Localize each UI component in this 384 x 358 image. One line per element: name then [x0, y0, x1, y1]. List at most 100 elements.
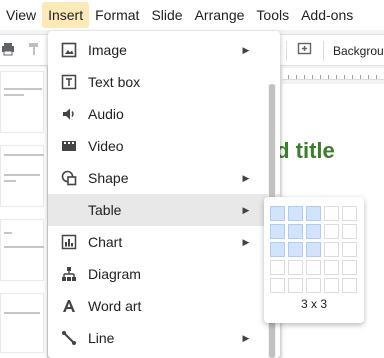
insert-menu: Image ▶ Text box Audio Video Shape ▶ Tab…	[48, 31, 280, 358]
add-comment-icon[interactable]	[296, 42, 312, 58]
table-grid-cell[interactable]	[342, 278, 357, 293]
table-grid-cell[interactable]	[342, 260, 357, 275]
paint-format-icon[interactable]	[26, 42, 42, 58]
ruler-tick	[320, 75, 321, 79]
table-grid-cell[interactable]	[306, 242, 321, 257]
ruler-tick	[368, 75, 369, 79]
insert-menu-video[interactable]: Video	[48, 130, 280, 162]
background-button[interactable]: Background	[333, 44, 384, 58]
menu-tools[interactable]: Tools	[250, 2, 295, 28]
menu-insert[interactable]: Insert	[42, 2, 90, 28]
table-icon-placeholder	[61, 202, 77, 218]
thumb-text-line	[4, 232, 12, 234]
menu-item-label: Word art	[88, 298, 142, 314]
menubar: View Insert Format Slide Arrange Tools A…	[0, 0, 384, 30]
insert-menu-image[interactable]: Image ▶	[48, 34, 280, 66]
submenu-arrow-icon: ▶	[242, 172, 250, 183]
video-icon	[61, 138, 77, 154]
submenu-arrow-icon: ▶	[242, 236, 250, 247]
ruler-tick	[352, 75, 353, 79]
ruler-tick	[336, 75, 337, 79]
table-grid-cell[interactable]	[342, 206, 357, 221]
menu-item-label: Audio	[88, 106, 124, 122]
table-grid-cell[interactable]	[342, 242, 357, 257]
thumb-text-line	[4, 154, 44, 156]
menu-item-label: Table	[88, 202, 122, 218]
text-box-icon	[61, 74, 77, 90]
insert-menu-shape[interactable]: Shape ▶	[48, 162, 280, 194]
thumb-text-line	[4, 174, 40, 176]
table-grid-cell[interactable]	[306, 206, 321, 221]
menu-slide[interactable]: Slide	[145, 2, 188, 28]
table-grid-cell[interactable]	[288, 260, 303, 275]
menu-view[interactable]: View	[0, 2, 42, 28]
menu-arrange[interactable]: Arrange	[189, 2, 251, 28]
menu-addons[interactable]: Add-ons	[295, 2, 359, 28]
print-icon[interactable]	[0, 42, 16, 58]
slide-filmstrip	[0, 67, 48, 358]
thumb-text-line	[4, 180, 16, 182]
table-grid-cell[interactable]	[288, 242, 303, 257]
insert-menu-chart[interactable]: Chart ▶	[48, 226, 280, 258]
slide-thumbnail[interactable]	[0, 145, 44, 207]
toolbar-divider	[323, 41, 324, 61]
ruler-tick	[304, 75, 305, 79]
table-grid-cell[interactable]	[270, 242, 285, 257]
menu-item-label: Image	[88, 42, 127, 58]
horizontal-ruler	[282, 68, 384, 80]
line-icon	[61, 330, 77, 346]
thumb-text-line	[4, 312, 40, 314]
slide-thumbnail[interactable]	[0, 293, 44, 353]
thumb-text-line	[4, 88, 42, 90]
audio-icon	[61, 106, 77, 122]
toolbar-divider	[286, 41, 287, 61]
table-grid-cell[interactable]	[270, 260, 285, 275]
menu-item-label: Text box	[88, 74, 141, 90]
ruler-tick	[296, 75, 297, 79]
table-grid-cell[interactable]	[288, 206, 303, 221]
table-grid-cell[interactable]	[324, 242, 339, 257]
menu-item-label: Shape	[88, 170, 129, 186]
submenu-arrow-icon: ▶	[242, 44, 250, 55]
insert-menu-text-box[interactable]: Text box	[48, 66, 280, 98]
ruler-tick	[328, 75, 329, 79]
shape-icon	[61, 170, 77, 186]
word-art-icon	[61, 298, 77, 314]
submenu-arrow-icon: ▶	[242, 332, 250, 343]
table-grid-cell[interactable]	[270, 278, 285, 293]
menu-format[interactable]: Format	[89, 2, 145, 28]
table-grid-cell[interactable]	[324, 206, 339, 221]
insert-menu-table[interactable]: Table ▶	[48, 194, 280, 226]
submenu-arrow-icon: ▶	[242, 204, 250, 215]
ruler-tick	[312, 75, 313, 79]
table-grid-cell[interactable]	[324, 278, 339, 293]
insert-menu-line[interactable]: Line ▶	[48, 322, 280, 354]
table-size-label: 3 x 3	[300, 297, 327, 311]
menu-item-label: Chart	[88, 234, 123, 250]
table-grid-cell[interactable]	[288, 224, 303, 239]
thumb-text-line	[4, 246, 44, 248]
thumb-text-line	[4, 94, 24, 96]
table-grid-cell[interactable]	[324, 224, 339, 239]
ruler-tick	[288, 75, 289, 79]
insert-menu-word-art[interactable]: Word art	[48, 290, 280, 322]
slide-thumbnail[interactable]	[0, 219, 44, 281]
menu-item-label: Diagram	[88, 266, 141, 282]
ruler-tick	[376, 75, 377, 79]
table-grid-cell[interactable]	[342, 224, 357, 239]
menu-item-label: Video	[88, 138, 124, 154]
ruler-tick	[344, 75, 345, 79]
insert-menu-diagram[interactable]: Diagram	[48, 258, 280, 290]
table-grid-cell[interactable]	[306, 278, 321, 293]
insert-menu-audio[interactable]: Audio	[48, 98, 280, 130]
diagram-icon	[61, 266, 77, 282]
table-grid-cell[interactable]	[306, 260, 321, 275]
menu-item-label: Line	[88, 330, 115, 346]
chart-icon	[61, 234, 77, 250]
table-grid-cell[interactable]	[270, 206, 285, 221]
slide-thumbnail[interactable]	[0, 71, 44, 133]
table-grid-cell[interactable]	[324, 260, 339, 275]
table-grid-cell[interactable]	[306, 224, 321, 239]
table-grid-cell[interactable]	[270, 224, 285, 239]
table-grid-cell[interactable]	[288, 278, 303, 293]
